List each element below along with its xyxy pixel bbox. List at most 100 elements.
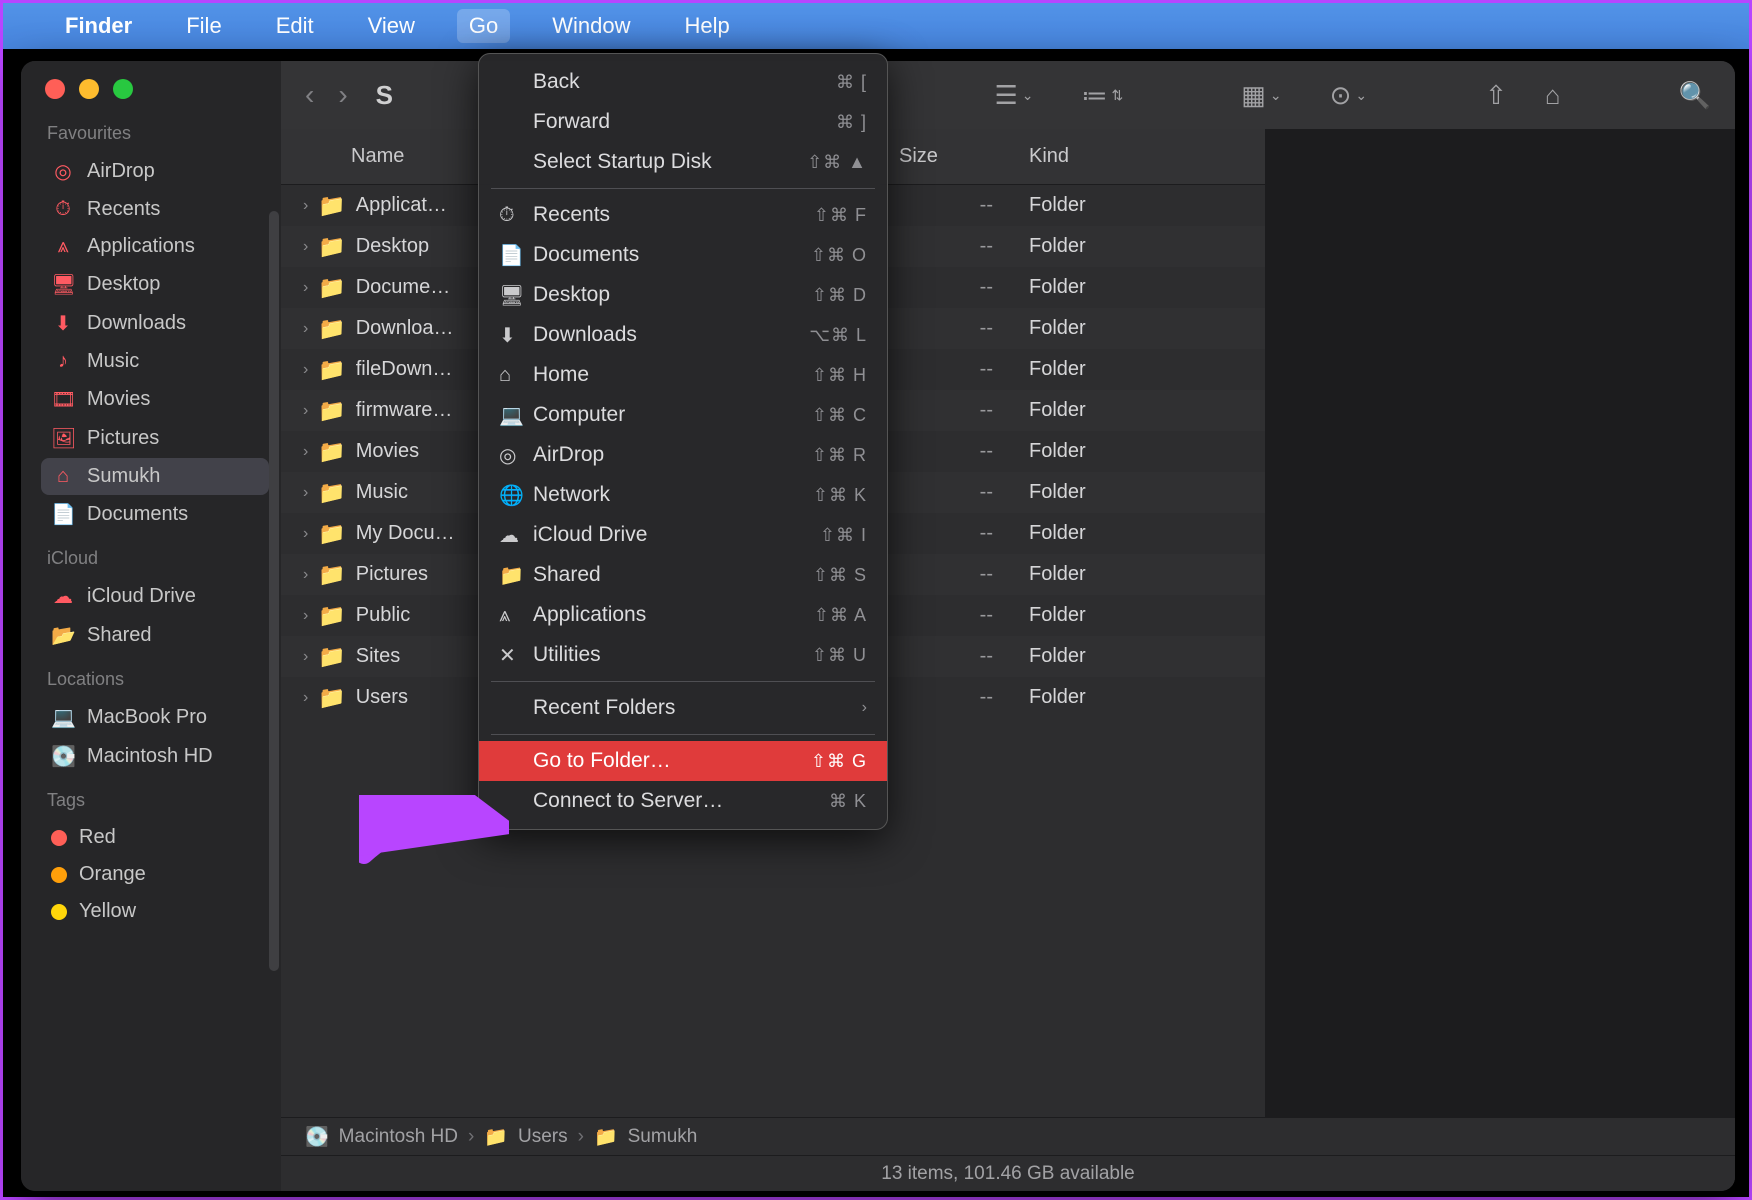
menu-item-utilities[interactable]: ✕Utilities⇧⌘ U: [479, 635, 887, 675]
minimize-button[interactable]: [79, 79, 99, 99]
menu-finder[interactable]: Finder: [53, 9, 144, 43]
menu-item-icon: 🖥: [499, 283, 533, 308]
disclosure-icon[interactable]: ›: [303, 648, 308, 666]
menu-shortcut: ⌘ K: [829, 791, 867, 812]
menu-item-select-startup-disk[interactable]: Select Startup Disk⇧⌘ ▲: [479, 142, 887, 182]
menu-item-documents[interactable]: 📄Documents⇧⌘ O: [479, 235, 887, 275]
share-icon[interactable]: ⇧: [1485, 80, 1507, 111]
sidebar-item-desktop[interactable]: 🖥Desktop: [41, 265, 269, 304]
disclosure-icon[interactable]: ›: [303, 484, 308, 502]
menu-shortcut: ⌘ [: [836, 72, 867, 93]
sidebar-item-shared[interactable]: 📂Shared: [41, 616, 269, 655]
path-seg[interactable]: Users: [518, 1126, 568, 1148]
file-kind: Folder: [1011, 395, 1265, 426]
sidebar-item-macbook-pro[interactable]: 💻MacBook Pro: [41, 698, 269, 737]
menu-shortcut: ⇧⌘ R: [812, 445, 867, 466]
disclosure-icon[interactable]: ›: [303, 279, 308, 297]
sidebar-item-sumukh[interactable]: ⌂Sumukh: [41, 458, 269, 495]
menu-item-go-to-folder[interactable]: Go to Folder…⇧⌘ G: [479, 741, 887, 781]
sidebar-item-yellow[interactable]: Yellow: [41, 893, 269, 930]
disclosure-icon[interactable]: ›: [303, 402, 308, 420]
menu-shortcut: ⇧⌘ K: [813, 485, 867, 506]
gallery-icon[interactable]: ▦ ⌄: [1241, 80, 1281, 111]
disclosure-icon[interactable]: ›: [303, 197, 308, 215]
menu-item-icloud-drive[interactable]: ☁iCloud Drive⇧⌘ I: [479, 515, 887, 555]
laptop-icon: 💻: [51, 705, 75, 730]
file-name: Applicat…: [356, 194, 447, 217]
sidebar-item-recents[interactable]: ⏱Recents: [41, 191, 269, 228]
menu-item-network[interactable]: 🌐Network⇧⌘ K: [479, 475, 887, 515]
sidebar-item-documents[interactable]: 📄Documents: [41, 495, 269, 534]
file-name: firmware…: [356, 399, 453, 422]
path-seg[interactable]: Macintosh HD: [339, 1126, 458, 1148]
menu-item-label: Recent Folders: [533, 696, 862, 720]
sidebar-section-title: iCloud: [47, 548, 269, 569]
menu-item-recent-folders[interactable]: Recent Folders›: [479, 688, 887, 728]
menu-edit[interactable]: Edit: [264, 9, 326, 43]
view-list-icon[interactable]: ☰ ⌄: [994, 80, 1033, 111]
sidebar-item-music[interactable]: ♪Music: [41, 343, 269, 380]
tag-icon[interactable]: ⌂: [1545, 80, 1561, 111]
folder-icon: 📁: [318, 275, 345, 301]
disk-icon: 💽: [51, 744, 75, 769]
menu-item-connect-to-server[interactable]: Connect to Server…⌘ K: [479, 781, 887, 821]
empty-row: [281, 952, 1265, 1010]
sidebar-item-downloads[interactable]: ⬇Downloads: [41, 304, 269, 343]
sidebar-item-icloud-drive[interactable]: ☁iCloud Drive: [41, 577, 269, 616]
menu-view[interactable]: View: [356, 9, 427, 43]
sidebar-item-airdrop[interactable]: ◎AirDrop: [41, 152, 269, 191]
menu-item-shared[interactable]: 📁Shared⇧⌘ S: [479, 555, 887, 595]
sidebar-item-macintosh-hd[interactable]: 💽Macintosh HD: [41, 737, 269, 776]
folder-icon: 📁: [318, 316, 345, 342]
search-icon[interactable]: 🔍: [1679, 80, 1711, 111]
sidebar: Favourites◎AirDrop⏱Recents⩓Applications🖥…: [21, 61, 281, 1191]
menu-item-downloads[interactable]: ⬇Downloads⌥⌘ L: [479, 315, 887, 355]
menu-shortcut: ⇧⌘ A: [814, 605, 867, 626]
menu-item-desktop[interactable]: 🖥Desktop⇧⌘ D: [479, 275, 887, 315]
menu-item-icon: 🌐: [499, 483, 533, 508]
forward-button[interactable]: ›: [338, 79, 347, 111]
menu-item-back[interactable]: Back⌘ [: [479, 62, 887, 102]
file-kind: Folder: [1011, 559, 1265, 590]
back-button[interactable]: ‹: [305, 79, 314, 111]
menu-item-home[interactable]: ⌂Home⇧⌘ H: [479, 355, 887, 395]
menu-window[interactable]: Window: [540, 9, 642, 43]
sidebar-item-red[interactable]: Red: [41, 819, 269, 856]
menu-file[interactable]: File: [174, 9, 233, 43]
action-icon[interactable]: ⊙ ⌄: [1330, 80, 1368, 111]
file-size: --: [881, 190, 1011, 221]
sidebar-item-orange[interactable]: Orange: [41, 856, 269, 893]
col-kind[interactable]: Kind: [1011, 137, 1265, 176]
zoom-button[interactable]: [113, 79, 133, 99]
menu-go[interactable]: Go: [457, 9, 510, 43]
disclosure-icon[interactable]: ›: [303, 689, 308, 707]
sidebar-item-label: Pictures: [87, 427, 159, 450]
pathbar[interactable]: 💽 Macintosh HD › 📁 Users › 📁 Sumukh: [281, 1117, 1735, 1155]
sidebar-item-movies[interactable]: 🎞Movies: [41, 380, 269, 419]
sidebar-scrollbar[interactable]: [269, 211, 279, 971]
menu-item-forward[interactable]: Forward⌘ ]: [479, 102, 887, 142]
menu-item-label: Shared: [533, 563, 813, 587]
close-button[interactable]: [45, 79, 65, 99]
disclosure-icon[interactable]: ›: [303, 525, 308, 543]
menu-item-computer[interactable]: 💻Computer⇧⌘ C: [479, 395, 887, 435]
sidebar-item-applications[interactable]: ⩓Applications: [41, 228, 269, 265]
disclosure-icon[interactable]: ›: [303, 566, 308, 584]
menu-item-label: AirDrop: [533, 443, 812, 467]
menu-item-airdrop[interactable]: ◎AirDrop⇧⌘ R: [479, 435, 887, 475]
disclosure-icon[interactable]: ›: [303, 361, 308, 379]
menu-item-recents[interactable]: ⏱Recents⇧⌘ F: [479, 195, 887, 235]
disclosure-icon[interactable]: ›: [303, 607, 308, 625]
file-kind: Folder: [1011, 477, 1265, 508]
folder-icon: 📁: [318, 439, 345, 465]
menu-help[interactable]: Help: [673, 9, 742, 43]
disclosure-icon[interactable]: ›: [303, 443, 308, 461]
menu-item-applications[interactable]: ⩓Applications⇧⌘ A: [479, 595, 887, 635]
disclosure-icon[interactable]: ›: [303, 320, 308, 338]
col-size[interactable]: Size: [881, 137, 1011, 176]
disclosure-icon[interactable]: ›: [303, 238, 308, 256]
group-icon[interactable]: ≔ ⇅: [1082, 80, 1124, 111]
menu-item-label: Go to Folder…: [533, 749, 811, 773]
sidebar-item-pictures[interactable]: 🖼Pictures: [41, 419, 269, 458]
path-seg[interactable]: Sumukh: [628, 1126, 698, 1148]
